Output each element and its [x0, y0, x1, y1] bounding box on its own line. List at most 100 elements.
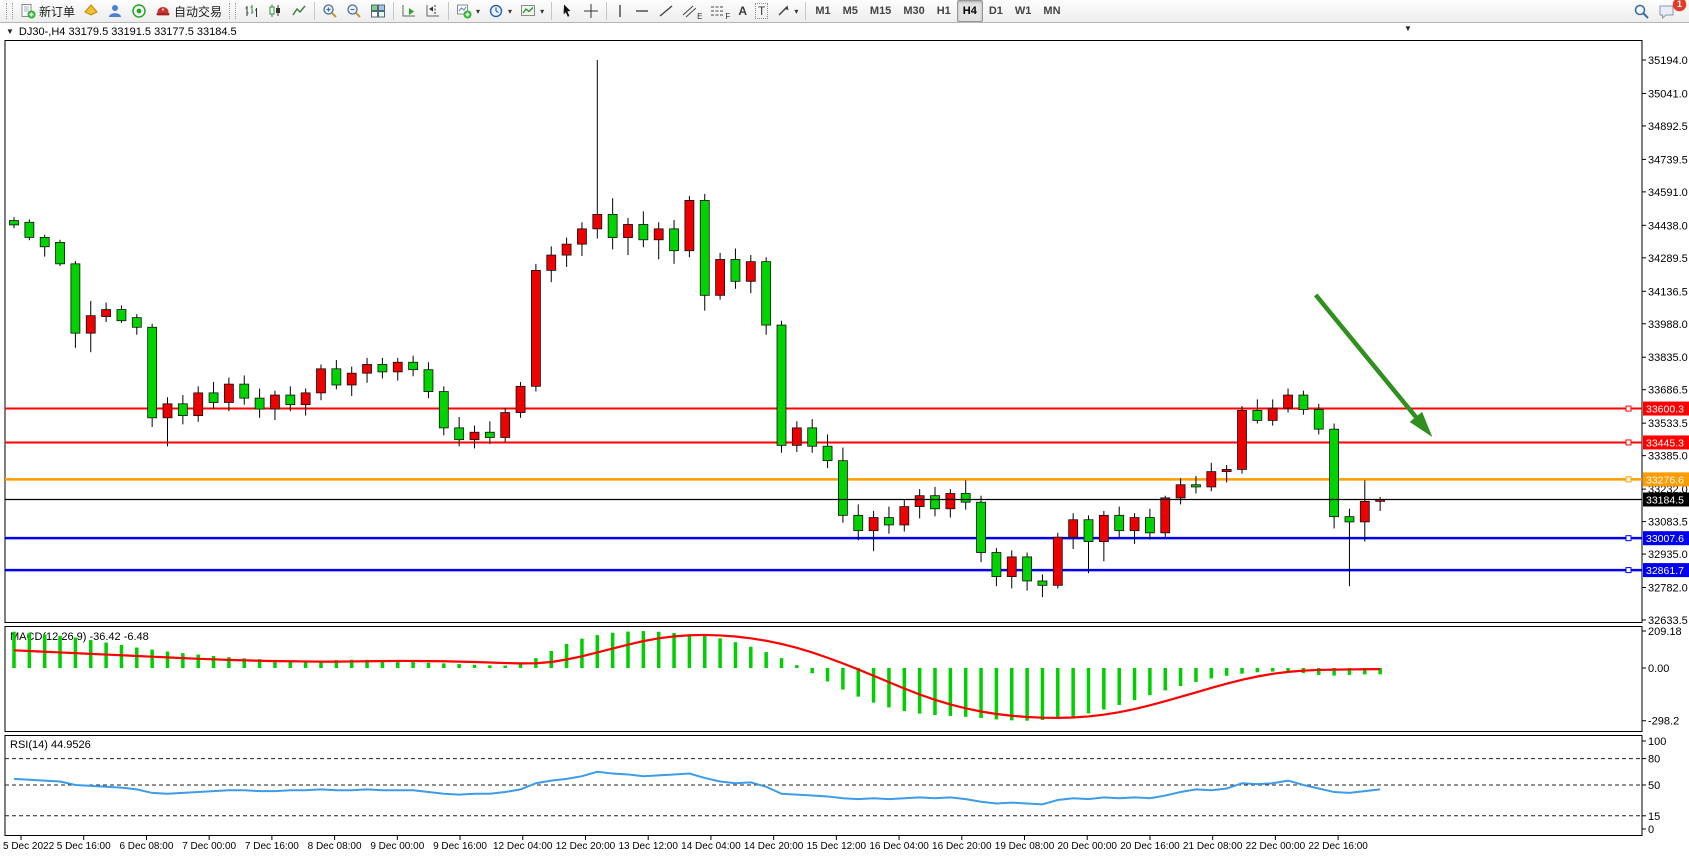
candle	[10, 221, 19, 225]
date-axis-label: 16 Dec 04:00	[869, 841, 929, 852]
fibonacci-tool-button[interactable]: F	[706, 0, 734, 22]
chart-title: DJ30-,H4 33179.5 33191.5 33177.5 33184.5	[19, 26, 237, 38]
candle	[132, 318, 141, 328]
candle	[209, 393, 218, 403]
chart-corner-arrow-icon[interactable]: ▼	[1404, 24, 1412, 33]
vertical-line-icon	[614, 3, 626, 19]
candle	[624, 224, 633, 237]
price-axis-tick: 35194.0	[1648, 55, 1688, 67]
date-axis-label: 5 Dec 16:00	[57, 841, 111, 852]
candle	[163, 404, 172, 418]
timeframe-button-h4[interactable]: H4	[957, 0, 983, 22]
dropdown-caret-icon[interactable]: ▾	[794, 7, 798, 16]
candle	[393, 362, 402, 372]
templates-button[interactable]: ▾	[516, 0, 548, 22]
date-axis-label: 22 Dec 00:00	[1246, 841, 1306, 852]
timeframe-group: M1M5M15M30H1H4D1W1MN	[809, 0, 1066, 22]
chart-shift-button[interactable]	[421, 0, 445, 22]
price-axis-tick: 32782.0	[1648, 583, 1688, 595]
candle	[1299, 395, 1308, 409]
candle	[1345, 517, 1354, 522]
date-axis-label: 9 Dec 16:00	[433, 841, 487, 852]
candle	[1330, 429, 1339, 516]
hline-0-label: 33600.3	[1646, 404, 1684, 416]
date-axis-label: 8 Dec 08:00	[308, 841, 362, 852]
collapse-arrow-icon[interactable]: ▼	[6, 27, 14, 36]
date-axis-label: 12 Dec 20:00	[556, 841, 616, 852]
signals-button[interactable]	[127, 0, 151, 22]
search-button[interactable]	[1629, 0, 1654, 22]
hline-2-handle	[1626, 477, 1631, 482]
text-tool-button[interactable]: A	[734, 0, 751, 22]
new-order-button[interactable]: 新订单	[16, 0, 79, 22]
channel-tool-button[interactable]: E	[678, 0, 706, 22]
market-watch-button[interactable]	[79, 0, 103, 22]
candle	[1115, 515, 1124, 530]
candle	[270, 395, 279, 409]
chart-area[interactable]: 35194.035041.034892.534739.534591.034438…	[0, 40, 1689, 859]
hline-2-label: 33276.6	[1646, 474, 1684, 486]
main-price-pane	[5, 41, 1642, 623]
bar-chart-type-button[interactable]	[239, 0, 263, 22]
candle	[1069, 520, 1078, 537]
timeframe-button-m15[interactable]: M15	[864, 0, 897, 22]
zoom-out-button[interactable]	[342, 0, 366, 22]
candle	[531, 270, 540, 386]
toolbar-grip[interactable]	[229, 3, 236, 19]
toolbar-grip[interactable]	[6, 3, 13, 19]
timeframe-button-w1[interactable]: W1	[1009, 0, 1038, 22]
candle	[915, 496, 924, 507]
toolbar-separator	[448, 2, 449, 20]
horizontal-line-tool-button[interactable]	[630, 0, 654, 22]
trendline-tool-button[interactable]	[654, 0, 678, 22]
fibonacci-letter: F	[725, 12, 730, 21]
date-axis-label: 6 Dec 08:00	[119, 841, 173, 852]
candle	[378, 364, 387, 371]
date-axis-label: 20 Dec 16:00	[1120, 841, 1180, 852]
vertical-line-tool-button[interactable]	[610, 0, 630, 22]
zoom-out-icon	[346, 3, 362, 19]
terminal-button[interactable]	[103, 0, 127, 22]
notifications-button[interactable]: 1	[1654, 0, 1680, 22]
cursor-arrow-icon	[559, 3, 575, 19]
clock-icon	[488, 3, 504, 19]
candle	[516, 386, 525, 412]
candle	[1007, 557, 1016, 577]
candlestick-type-button[interactable]	[263, 0, 287, 22]
new-chart-button[interactable]: ▾	[452, 0, 484, 22]
candle	[25, 222, 34, 237]
candlestick-chart-canvas[interactable]: 35194.035041.034892.534739.534591.034438…	[0, 40, 1689, 859]
price-axis-tick: 33533.5	[1648, 418, 1688, 430]
timeframe-button-mn[interactable]: MN	[1037, 0, 1066, 22]
period-clock-button[interactable]: ▾	[484, 0, 516, 22]
timeframe-button-h1[interactable]: H1	[931, 0, 957, 22]
candle	[639, 224, 648, 239]
date-axis-label: 5 Dec 2022	[3, 841, 55, 852]
notification-badge[interactable]: 1	[1673, 0, 1686, 11]
dropdown-caret-icon[interactable]: ▾	[476, 7, 480, 16]
candle	[838, 461, 847, 516]
crosshair-button[interactable]	[579, 0, 603, 22]
candle	[1191, 485, 1200, 487]
timeframe-button-m5[interactable]: M5	[837, 0, 864, 22]
dropdown-caret-icon[interactable]: ▾	[540, 7, 544, 16]
candle	[670, 229, 679, 251]
date-axis-label: 20 Dec 00:00	[1057, 841, 1117, 852]
crosshair-icon	[583, 3, 599, 19]
candle	[685, 200, 694, 250]
timeframe-button-m1[interactable]: M1	[809, 0, 836, 22]
auto-scroll-button[interactable]	[397, 0, 421, 22]
timeframe-button-d1[interactable]: D1	[983, 0, 1009, 22]
label-tool-button[interactable]: T	[751, 0, 772, 22]
line-chart-type-button[interactable]	[287, 0, 311, 22]
arrows-tool-button[interactable]: ▾	[772, 0, 802, 22]
dropdown-caret-icon[interactable]: ▾	[508, 7, 512, 16]
zoom-in-button[interactable]	[318, 0, 342, 22]
candle	[884, 518, 893, 525]
timeframe-button-m30[interactable]: M30	[897, 0, 930, 22]
zoom-in-icon	[322, 3, 338, 19]
autotrading-button[interactable]: 自动交易	[151, 0, 226, 22]
cursor-button[interactable]	[555, 0, 579, 22]
tile-windows-button[interactable]	[366, 0, 390, 22]
candle	[117, 310, 126, 321]
